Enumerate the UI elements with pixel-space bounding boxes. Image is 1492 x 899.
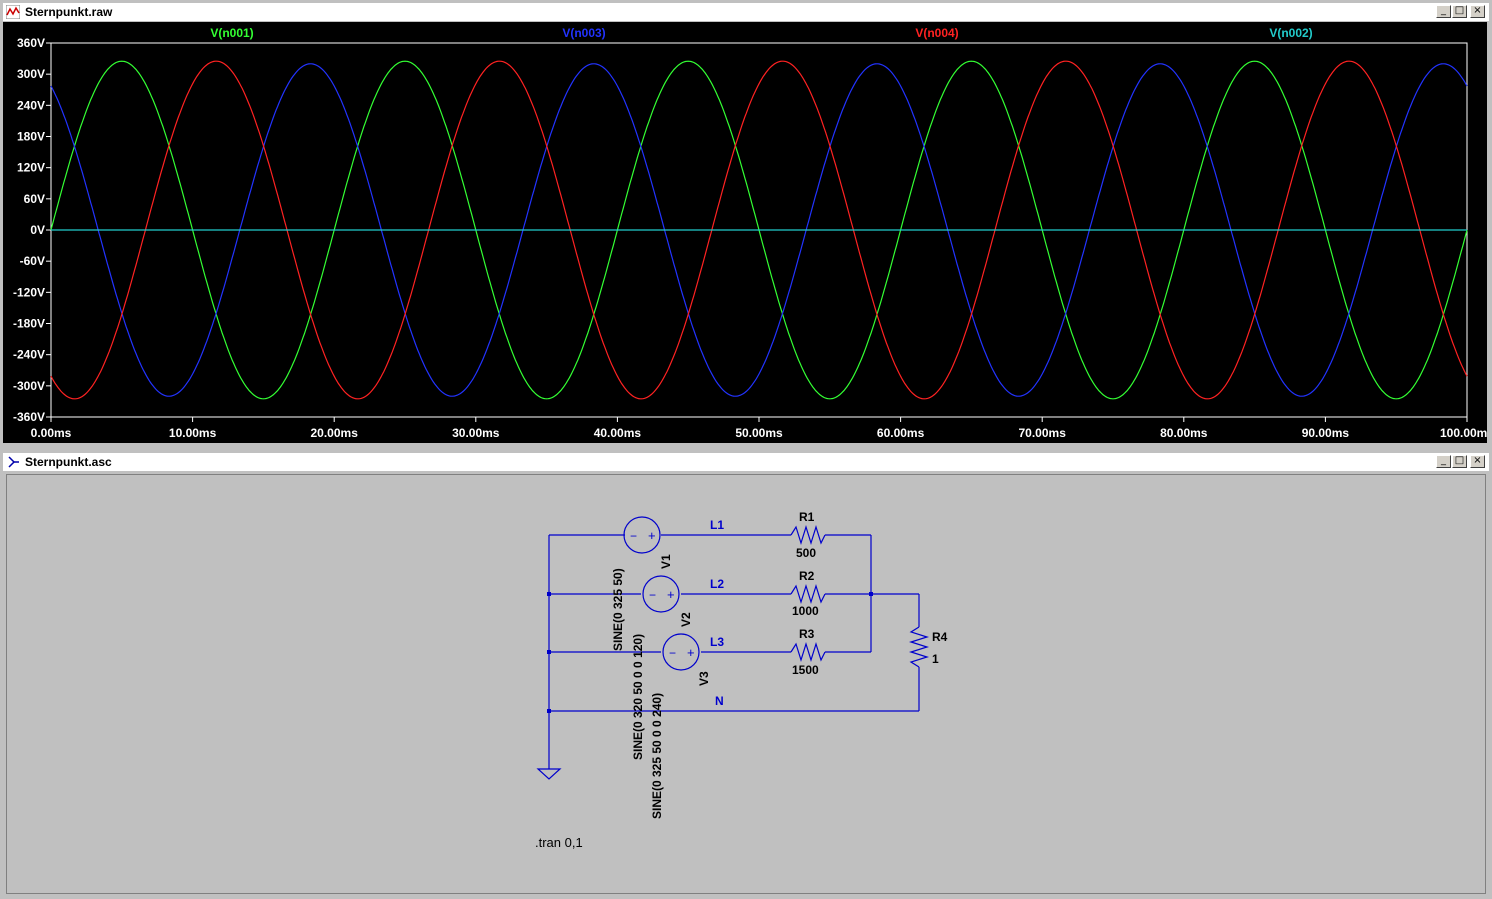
- x-tick-label: 100.00ms: [1440, 426, 1487, 440]
- x-tick-label: 40.00ms: [594, 426, 642, 440]
- y-tick-label: 120V: [17, 161, 45, 175]
- net-label-n[interactable]: N: [715, 694, 724, 708]
- x-tick-label: 90.00ms: [1302, 426, 1350, 440]
- x-tick-label: 0.00ms: [31, 426, 72, 440]
- r2-name[interactable]: R2: [799, 569, 815, 583]
- schematic-window-titlebar[interactable]: Sternpunkt.asc _ □ ×: [3, 453, 1489, 471]
- close-button[interactable]: ×: [1470, 5, 1485, 18]
- y-tick-label: -360V: [13, 410, 45, 424]
- r2-value[interactable]: 1000: [792, 604, 819, 618]
- resistor-r1[interactable]: [790, 524, 826, 546]
- x-tick-label: 50.00ms: [735, 426, 783, 440]
- minimize-button[interactable]: _: [1436, 455, 1451, 468]
- x-tick-label: 60.00ms: [877, 426, 925, 440]
- junction-dot: [869, 592, 873, 596]
- junction-dot: [547, 592, 551, 596]
- v3-minus-mark: −: [669, 646, 676, 660]
- x-tick-label: 30.00ms: [452, 426, 500, 440]
- r1-name[interactable]: R1: [799, 510, 815, 524]
- maximize-button[interactable]: □: [1452, 455, 1467, 468]
- v3-value[interactable]: SINE(0 325 50 0 0 240): [650, 693, 664, 819]
- v1-minus-mark: −: [630, 529, 637, 543]
- junction-dot: [547, 709, 551, 713]
- resistor-r4[interactable]: [908, 626, 930, 668]
- v3-plus-mark: +: [687, 645, 695, 660]
- ground-icon[interactable]: [536, 768, 562, 780]
- schematic-window: Sternpunkt.asc _ □ × − + − + − + L1 L2 L…: [0, 450, 1492, 899]
- r3-name[interactable]: R3: [799, 627, 815, 641]
- maximize-button[interactable]: □: [1452, 5, 1467, 18]
- schematic-window-title: Sternpunkt.asc: [25, 455, 112, 469]
- x-tick-label: 70.00ms: [1019, 426, 1067, 440]
- net-label-l2[interactable]: L2: [710, 577, 724, 591]
- x-tick-label: 80.00ms: [1160, 426, 1208, 440]
- y-tick-label: -180V: [13, 317, 45, 331]
- legend-vn002[interactable]: V(n002): [1269, 26, 1312, 40]
- y-tick-label: -300V: [13, 379, 45, 393]
- waveform-plot-pane[interactable]: 360V 300V 240V 180V 120V 60V 0V -60V -120V -180V -…: [3, 22, 1492, 443]
- waveform-icon: [6, 5, 20, 19]
- schematic-drawing[interactable]: − + − + − + L1 L2 L3 N R1 500 R2 1000 R3…: [7, 475, 1487, 895]
- y-tick-label: -240V: [13, 348, 45, 362]
- y-tick-label: 60V: [24, 192, 45, 206]
- y-tick-label: 240V: [17, 98, 45, 112]
- junction-dot: [547, 650, 551, 654]
- v2-value[interactable]: SINE(0 320 50 0 0 120): [631, 634, 645, 760]
- x-tick-label: 20.00ms: [311, 426, 359, 440]
- plot-window: Sternpunkt.raw _ □ × 360V 300V 240V 180V 120…: [0, 0, 1492, 447]
- waveform-plot[interactable]: 360V 300V 240V 180V 120V 60V 0V -60V -120V -180V -…: [3, 22, 1492, 443]
- legend-vn003[interactable]: V(n003): [562, 26, 605, 40]
- y-tick-label: 360V: [17, 36, 45, 50]
- resistor-r3[interactable]: [790, 641, 826, 663]
- plot-window-titlebar[interactable]: Sternpunkt.raw _ □ ×: [3, 3, 1489, 21]
- schematic-icon: [6, 455, 20, 469]
- y-tick-label: 0V: [30, 223, 45, 237]
- v2-minus-mark: −: [649, 588, 656, 602]
- v1-value[interactable]: SINE(0 325 50): [611, 568, 625, 651]
- minimize-button[interactable]: _: [1436, 5, 1451, 18]
- y-tick-label: -60V: [20, 254, 45, 268]
- legend-vn004[interactable]: V(n004): [915, 26, 958, 40]
- r1-value[interactable]: 500: [796, 546, 816, 560]
- v2-plus-mark: +: [667, 587, 675, 602]
- resistor-r2[interactable]: [790, 583, 826, 605]
- spice-directive[interactable]: .tran 0,1: [535, 835, 583, 850]
- y-tick-label: 300V: [17, 67, 45, 81]
- close-button[interactable]: ×: [1470, 455, 1485, 468]
- legend-vn001[interactable]: V(n001): [210, 26, 253, 40]
- r3-value[interactable]: 1500: [792, 663, 819, 677]
- y-tick-label: -120V: [13, 285, 45, 299]
- r4-value[interactable]: 1: [932, 652, 939, 666]
- net-label-l1[interactable]: L1: [710, 518, 724, 532]
- v3-name[interactable]: V3: [697, 671, 711, 686]
- schematic-canvas[interactable]: − + − + − + L1 L2 L3 N R1 500 R2 1000 R3…: [6, 474, 1486, 894]
- r4-name[interactable]: R4: [932, 630, 948, 644]
- net-label-l3[interactable]: L3: [710, 635, 724, 649]
- plot-window-title: Sternpunkt.raw: [25, 5, 113, 19]
- y-tick-label: 180V: [17, 130, 45, 144]
- v1-name[interactable]: V1: [659, 554, 673, 569]
- v1-plus-mark: +: [648, 528, 656, 543]
- v2-name[interactable]: V2: [679, 612, 693, 627]
- x-tick-label: 10.00ms: [169, 426, 217, 440]
